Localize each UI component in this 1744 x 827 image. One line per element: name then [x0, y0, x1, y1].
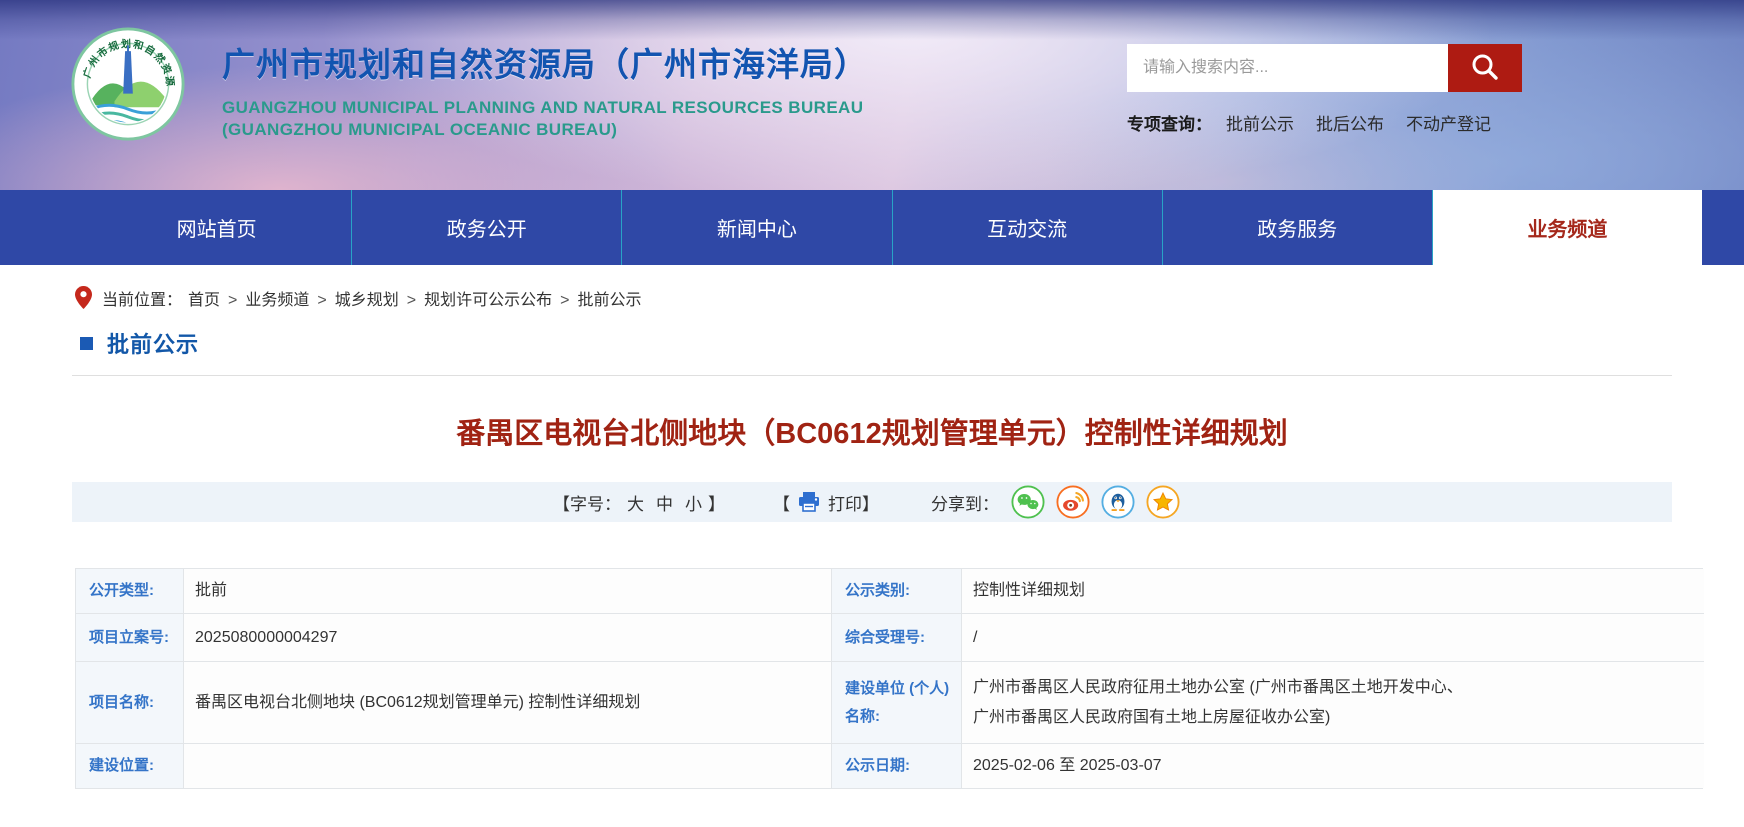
- table-value-cell: 2025080000004297: [184, 614, 832, 662]
- site-header: 广州市规划和自然资源局 广州市规划和自然资源局（广州市海洋局） GUANGZHO…: [0, 0, 1744, 190]
- search-icon: [1469, 51, 1501, 86]
- location-pin-icon: [75, 286, 92, 310]
- breadcrumb-item[interactable]: 首页: [188, 292, 220, 309]
- table-value-cell: 广州市番禺区人民政府征用土地办公室 (广州市番禺区土地开发中心、 广州市番禺区人…: [962, 662, 1704, 744]
- breadcrumb-separator: >: [560, 292, 570, 309]
- table-value-cell: 番禺区电视台北侧地块 (BC0612规划管理单元) 控制性详细规划: [184, 662, 832, 744]
- wechat-icon[interactable]: [1011, 485, 1045, 519]
- search-input[interactable]: [1127, 44, 1448, 92]
- breadcrumb-item[interactable]: 规划许可公示公布: [424, 292, 552, 309]
- bureau-logo: 广州市规划和自然资源局: [63, 17, 186, 142]
- notice-detail-table: 公开类型: 批前 公示类别: 控制性详细规划项目立案号: 202508000000429…: [75, 568, 1704, 789]
- quick-search-row: 专项查询： 批前公示 批后公布 不动产登记: [1127, 110, 1513, 135]
- article-title: 番禺区电视台北侧地块（BC0612规划管理单元）控制性详细规划: [456, 418, 1288, 450]
- favorite-star-icon[interactable]: [1146, 485, 1180, 519]
- table-label-cell: 建设位置:: [76, 744, 184, 788]
- nav-item-1[interactable]: 网站首页: [82, 190, 351, 265]
- table-value-cell: [184, 744, 832, 788]
- site-title: 广州市规划和自然资源局（广州市海洋局）: [222, 46, 868, 83]
- nav-item-6[interactable]: 业务频道: [1431, 190, 1703, 265]
- table-label-cell: 综合受理号:: [832, 614, 962, 662]
- breadcrumb-item[interactable]: 业务频道: [245, 292, 309, 309]
- printer-icon[interactable]: [798, 492, 820, 512]
- breadcrumb-item[interactable]: 城乡规划: [335, 292, 399, 309]
- breadcrumb-label: 当前位置：: [102, 292, 183, 309]
- qq-icon[interactable]: [1101, 485, 1135, 519]
- share-label: 分享到：: [931, 494, 999, 514]
- print-bracket-close: 】: [862, 494, 879, 514]
- main-nav: 网站首页 政务公开 新闻中心 互动交流 政务服务 业务频道: [0, 190, 1744, 265]
- table-value-cell: 批前: [184, 569, 832, 614]
- font-size-prefix: 【字号：: [553, 494, 621, 514]
- nav-item-2[interactable]: 政务公开: [351, 190, 621, 265]
- font-size-option[interactable]: 大: [627, 495, 644, 514]
- font-size-option[interactable]: 小: [685, 495, 702, 514]
- nav-item-3[interactable]: 新闻中心: [621, 190, 891, 265]
- breadcrumb-separator: >: [317, 292, 327, 309]
- quick-search-link[interactable]: 批后公布: [1316, 115, 1384, 134]
- quick-search-label: 专项查询：: [1127, 115, 1212, 134]
- section-head: 批前公示: [72, 327, 1672, 376]
- font-size-option[interactable]: 中: [656, 495, 673, 514]
- table-value-cell: /: [962, 614, 1704, 662]
- weibo-icon[interactable]: [1056, 485, 1090, 519]
- table-label-cell: 项目名称:: [76, 662, 184, 744]
- table-label-cell: 公示类别:: [832, 569, 962, 614]
- font-size-suffix: 】: [708, 494, 725, 514]
- search-button[interactable]: [1448, 44, 1522, 92]
- section-title: 批前公示: [107, 332, 200, 357]
- table-label-cell: 公开类型:: [76, 569, 184, 614]
- breadcrumb-separator: >: [406, 292, 417, 309]
- table-value-cell: 控制性详细规划: [962, 569, 1704, 614]
- nav-item-4[interactable]: 互动交流: [891, 190, 1162, 265]
- breadcrumb-item[interactable]: 批前公示: [577, 292, 641, 309]
- table-label-cell: 建设单位 (个人) 名称:: [832, 662, 962, 744]
- article-toolbar: 【字号： 大中小 】 【 打印 】 分享到：: [72, 482, 1672, 522]
- table-label-cell: 项目立案号:: [76, 614, 184, 662]
- section-bullet-square: [80, 336, 93, 350]
- nav-item-5[interactable]: 政务服务: [1161, 190, 1432, 265]
- breadcrumb: 当前位置： 首页 > 业务频道 > 城乡规划 > 规划许可公示公布 > 批前公示: [75, 285, 1744, 311]
- print-bracket-open: 【: [773, 494, 790, 514]
- table-label-cell: 公示日期:: [832, 744, 962, 788]
- table-value-cell: 2025-02-06 至 2025-03-07: [962, 744, 1704, 788]
- quick-search-link[interactable]: 批前公示: [1226, 115, 1294, 134]
- site-subtitle-en: GUANGZHOU MUNICIPAL PLANNING AND NATURAL…: [222, 98, 864, 139]
- print-button[interactable]: 打印: [828, 490, 862, 515]
- breadcrumb-separator: >: [228, 292, 238, 309]
- quick-search-link[interactable]: 不动产登记: [1406, 115, 1491, 134]
